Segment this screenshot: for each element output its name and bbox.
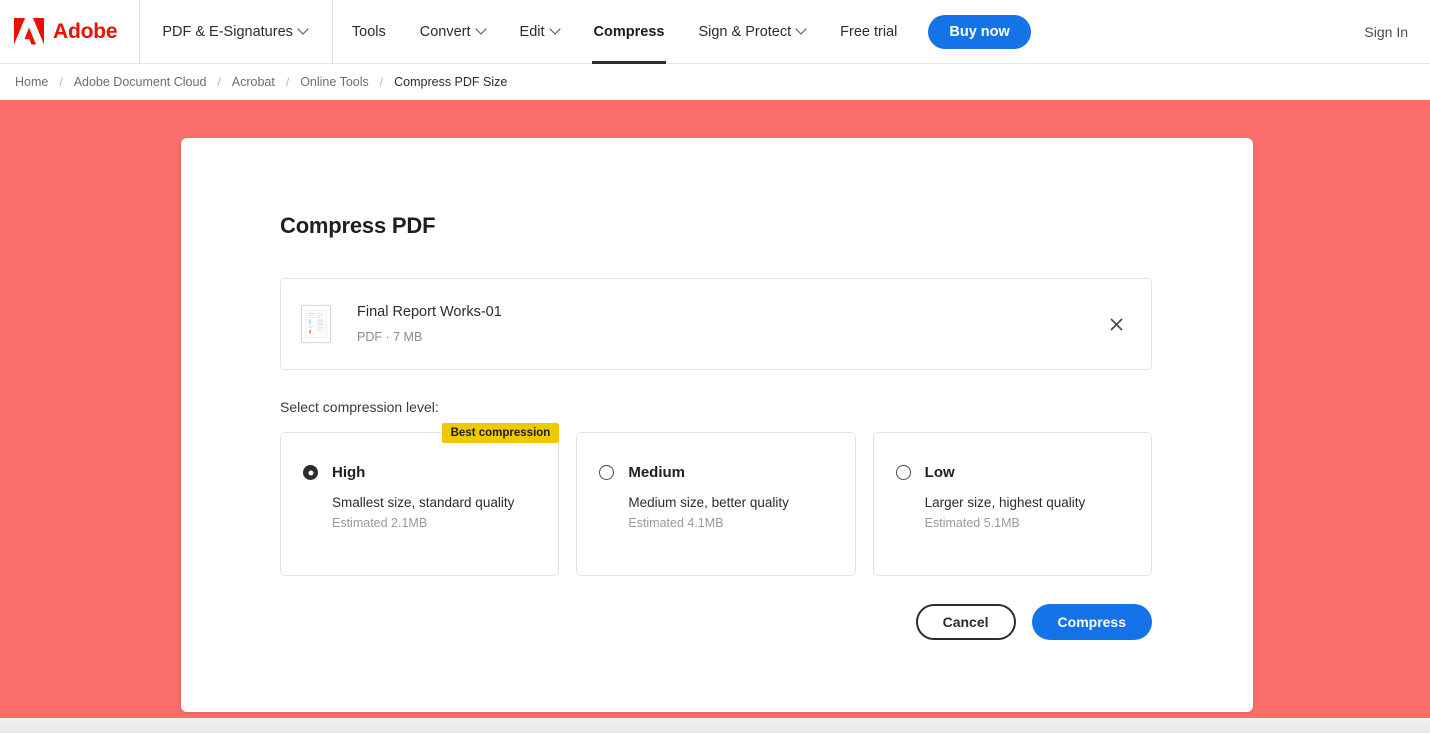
breadcrumb-separator: /: [59, 75, 63, 89]
adobe-a-logo-icon: [14, 18, 44, 45]
breadcrumb-item-adobe-document-cloud[interactable]: Adobe Document Cloud: [69, 75, 212, 89]
radio-high[interactable]: [303, 465, 318, 480]
file-name: Final Report Works-01: [357, 304, 502, 320]
file-meta-text: PDF · 7 MB: [357, 330, 423, 344]
nav-item-edit[interactable]: Edit: [503, 0, 577, 64]
sign-in-link[interactable]: Sign In: [1364, 24, 1408, 40]
option-description: Medium size, better quality: [628, 495, 789, 510]
nav-item-label: Tools: [351, 23, 386, 40]
option-title: High: [332, 464, 366, 481]
select-compression-level-label: Select compression level:: [280, 399, 439, 415]
nav-items: PDF & E-Signatures Tools Convert Edit Co…: [140, 0, 1031, 64]
nav-item-tools[interactable]: Tools: [335, 0, 403, 64]
close-icon: [1109, 317, 1123, 331]
option-estimate: Estimated 4.1MB: [628, 516, 724, 530]
remove-file-button[interactable]: [1103, 311, 1129, 337]
best-compression-badge: Best compression: [441, 423, 560, 443]
file-meta: Final Report Works-01 PDF · 7 MB: [357, 304, 1103, 344]
chevron-down-icon: [551, 25, 560, 34]
option-estimate: Estimated 5.1MB: [924, 516, 1020, 530]
option-description: Larger size, highest quality: [924, 495, 1086, 510]
top-navigation-bar: Adobe PDF & E-Signatures Tools Convert E…: [0, 0, 1430, 64]
cancel-button[interactable]: Cancel: [915, 604, 1016, 640]
page-title: Compress PDF: [280, 213, 436, 238]
option-header: Low: [895, 464, 1131, 481]
option-estimate: Estimated 2.1MB: [332, 516, 428, 530]
chevron-down-icon: [797, 25, 806, 34]
nav-item-label: Sign & Protect: [698, 23, 792, 40]
compression-option-medium[interactable]: Medium Medium size, better quality Estim…: [576, 432, 856, 576]
buy-now-button[interactable]: Buy now: [928, 14, 1031, 49]
adobe-logo[interactable]: Adobe: [0, 0, 141, 64]
radio-medium[interactable]: [599, 465, 615, 480]
nav-item-sign-and-protect[interactable]: Sign & Protect: [681, 0, 823, 64]
panel-content: Compress PDF Final Report Works-01 PDF ·…: [280, 138, 1152, 640]
nav-item-convert[interactable]: Convert: [403, 0, 503, 64]
nav-item-compress[interactable]: Compress: [577, 0, 682, 64]
nav-item-label: Compress: [593, 23, 665, 40]
compression-options: Best compression High Smallest size, sta…: [280, 423, 1152, 576]
option-description: Smallest size, standard quality: [332, 495, 515, 510]
chevron-down-icon: [299, 25, 308, 34]
option-title: Low: [924, 464, 955, 481]
breadcrumb-separator: /: [217, 75, 221, 89]
adobe-wordmark: Adobe: [53, 19, 118, 43]
pdf-page-thumbnail-icon: [301, 305, 331, 343]
option-header: High: [303, 464, 538, 481]
breadcrumb-separator: /: [379, 75, 384, 89]
nav-item-label: Free trial: [840, 23, 898, 40]
bottom-strip: [0, 718, 1430, 733]
breadcrumb-item-acrobat[interactable]: Acrobat: [227, 75, 280, 89]
breadcrumb: Home / Adobe Document Cloud / Acrobat / …: [0, 64, 1430, 100]
radio-low[interactable]: [895, 465, 911, 480]
compression-option-high[interactable]: Best compression High Smallest size, sta…: [280, 423, 560, 576]
panel-actions: Cancel Compress: [280, 604, 1152, 640]
breadcrumb-separator: /: [285, 75, 290, 89]
nav-item-label: Convert: [419, 23, 471, 40]
compress-pdf-panel: Compress PDF Final Report Works-01 PDF ·…: [181, 138, 1253, 712]
compression-option-low[interactable]: Low Larger size, highest quality Estimat…: [872, 432, 1152, 576]
chevron-down-icon: [477, 25, 486, 34]
option-header: Medium: [599, 464, 834, 481]
compress-button[interactable]: Compress: [1031, 604, 1152, 640]
nav-item-label: Edit: [519, 23, 545, 40]
breadcrumb-item-online-tools[interactable]: Online Tools: [295, 75, 374, 89]
breadcrumb-item-home[interactable]: Home: [10, 75, 53, 89]
file-card: Final Report Works-01 PDF · 7 MB: [280, 278, 1152, 370]
nav-item-pdf-e-signatures[interactable]: PDF & E-Signatures: [140, 0, 333, 64]
breadcrumb-item-compress-pdf-size: Compress PDF Size: [394, 75, 508, 89]
nav-item-label: PDF & E-Signatures: [162, 23, 293, 40]
nav-item-free-trial[interactable]: Free trial: [823, 0, 914, 64]
option-title: Medium: [628, 464, 685, 481]
